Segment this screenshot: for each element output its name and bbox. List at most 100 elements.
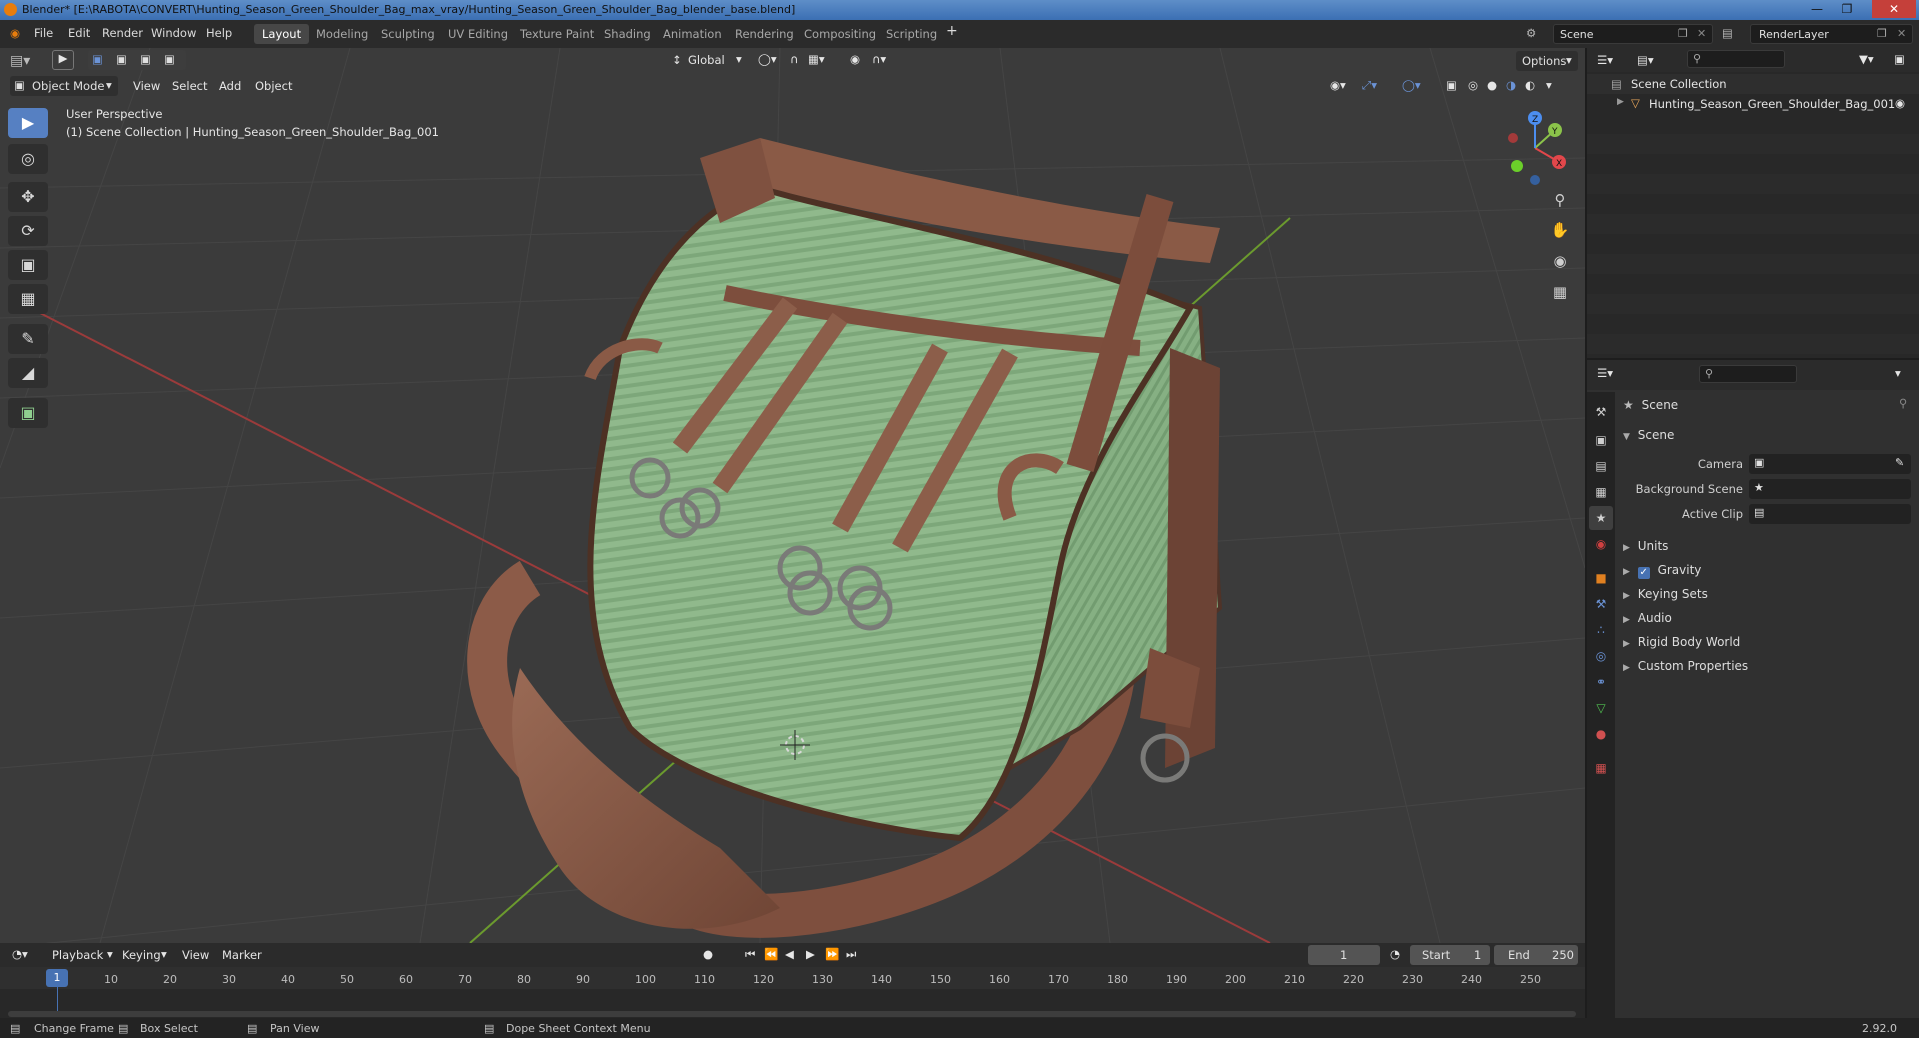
render-layer-field[interactable]: RenderLayer ❐ ✕ [1750, 24, 1913, 44]
keying-chevron-icon[interactable]: ▾ [161, 947, 167, 961]
data-tab-icon[interactable]: ▽ [1589, 696, 1613, 720]
xray-icon[interactable]: ▣ [1446, 78, 1457, 92]
tab-uv-editing[interactable]: UV Editing [440, 24, 516, 44]
custom-properties-panel-header[interactable]: ▶ Custom Properties [1623, 659, 1748, 673]
properties-options-icon[interactable]: ▾ [1895, 366, 1901, 380]
scale-tool[interactable]: ▣ [8, 250, 48, 280]
playback-chevron-icon[interactable]: ▾ [107, 947, 113, 961]
minimize-button[interactable]: — [1803, 0, 1831, 18]
preview-range-icon[interactable]: ◔ [1390, 947, 1400, 961]
menu-file[interactable]: File [34, 26, 53, 40]
snap-target-icon[interactable]: ▦▾ [808, 52, 825, 66]
filter-icon[interactable]: ▼▾ [1859, 52, 1874, 66]
cursor-tool[interactable]: ◎ [8, 144, 48, 174]
visibility-icon[interactable]: ◉▾ [1330, 78, 1346, 92]
pin-icon[interactable]: ⚲ [1899, 396, 1907, 410]
tab-rendering[interactable]: Rendering [727, 24, 802, 44]
tab-scripting[interactable]: Scripting [878, 24, 945, 44]
view-layer-icon[interactable]: ▤ [1722, 26, 1733, 40]
transform-tool[interactable]: ▦ [8, 284, 48, 314]
modifier-tab-icon[interactable]: ⚒ [1589, 592, 1613, 616]
tab-layout[interactable]: Layout [254, 24, 310, 44]
next-keyframe-icon[interactable]: ⏩ [825, 947, 839, 961]
object-tab-icon[interactable]: ■ [1589, 566, 1613, 590]
camera-field[interactable]: ▣ ✎ [1749, 454, 1911, 474]
new-view-layer-icon[interactable]: ❐ [1877, 27, 1887, 40]
active-clip-field[interactable]: ▤ [1749, 504, 1911, 524]
material-tab-icon[interactable]: ● [1589, 722, 1613, 746]
outliner-row-scene-collection[interactable]: ▤ Scene Collection [1587, 74, 1919, 94]
tab-texture-paint[interactable]: Texture Paint [512, 24, 602, 44]
rigid-body-world-panel-header[interactable]: ▶ Rigid Body World [1623, 635, 1740, 649]
world-tab-icon[interactable]: ◉ [1589, 532, 1613, 556]
tool-tab-icon[interactable]: ⚒ [1589, 400, 1613, 424]
start-frame-field[interactable]: Start 1 [1410, 945, 1490, 965]
select-box-tool[interactable]: ▶ [8, 108, 48, 138]
orientation-chevron-icon[interactable]: ▾ [736, 52, 742, 66]
rotate-tool[interactable]: ⟳ [8, 216, 48, 246]
visibility-eye-icon[interactable]: ◉ [1895, 96, 1905, 110]
display-mode-icon[interactable]: ▤▾ [1637, 53, 1654, 67]
outliner-row-object[interactable]: ▶ ▽ Hunting_Season_Green_Shoulder_Bag_00… [1587, 94, 1919, 114]
camera-view-icon[interactable]: ◉ [1544, 247, 1576, 275]
viewport-menu-add[interactable]: Add [219, 79, 241, 93]
snap-icon[interactable]: ∩ [790, 52, 798, 66]
rendered-shading-icon[interactable]: ◐ [1525, 78, 1535, 92]
output-tab-icon[interactable]: ▤ [1589, 454, 1613, 478]
add-workspace-button[interactable]: + [946, 23, 958, 39]
play-reverse-icon[interactable]: ◀ [785, 947, 794, 961]
timeline-editor-icon[interactable]: ◔▾ [12, 947, 28, 961]
properties-search-input[interactable]: ⚲ [1699, 365, 1797, 383]
menu-render[interactable]: Render [102, 26, 143, 40]
proportional-edit-icon[interactable]: ◉ [850, 52, 860, 66]
new-scene-icon[interactable]: ❐ [1678, 27, 1688, 40]
select-mode-icon[interactable]: ▶ [52, 50, 74, 70]
play-icon[interactable]: ▶ [806, 947, 815, 961]
menu-window[interactable]: Window [151, 26, 196, 40]
measure-tool[interactable]: ◢ [8, 358, 48, 388]
overlays-icon[interactable]: ◯▾ [1402, 78, 1421, 92]
menu-help[interactable]: Help [206, 26, 232, 40]
selection-mode-buttons[interactable]: ▣ ▣ ▣ ▣ [88, 50, 186, 70]
keying-sets-panel-header[interactable]: ▶ Keying Sets [1623, 587, 1708, 601]
render-tab-icon[interactable]: ▣ [1589, 428, 1613, 452]
texture-tab-icon[interactable]: ▦ [1589, 756, 1613, 780]
jump-start-icon[interactable]: ⏮ [745, 947, 755, 962]
outliner-editor-icon[interactable]: ☰▾ [1597, 53, 1613, 67]
menu-edit[interactable]: Edit [68, 26, 90, 40]
prev-keyframe-icon[interactable]: ⏪ [764, 947, 778, 961]
tab-shading[interactable]: Shading [596, 24, 659, 44]
view-layer-tab-icon[interactable]: ▦ [1589, 480, 1613, 504]
close-button[interactable]: ✕ [1872, 0, 1916, 18]
gizmo-toggle-icon[interactable]: ⤢▾ [1362, 78, 1377, 93]
3d-viewport[interactable]: ▤▾ ▶ ▣ ▣ ▣ ▣ ↕ Global ▾ ◯▾ ∩ ▦▾ ◉ ∩▾ Opt… [0, 48, 1585, 943]
units-panel-header[interactable]: ▶ Units [1623, 539, 1668, 553]
tab-modeling[interactable]: Modeling [308, 24, 376, 44]
gravity-checkbox[interactable]: ✓ [1637, 567, 1650, 579]
tab-compositing[interactable]: Compositing [796, 24, 884, 44]
remove-view-layer-icon[interactable]: ✕ [1897, 27, 1906, 40]
editor-type-icon[interactable]: ▤▾ [10, 53, 30, 69]
navigation-gizmo[interactable]: X Y Z [1495, 108, 1575, 188]
menu-marker[interactable]: Marker [222, 948, 262, 962]
pivot-point-icon[interactable]: ◯▾ [758, 52, 777, 66]
jump-end-icon[interactable]: ⏭ [846, 947, 856, 962]
audio-panel-header[interactable]: ▶ Audio [1623, 611, 1672, 625]
outliner-search-input[interactable]: ⚲ [1687, 50, 1785, 68]
blender-menu-icon[interactable]: ◉ [10, 26, 20, 40]
viewport-menu-select[interactable]: Select [172, 79, 207, 93]
set-new-selection-icon[interactable]: ▣ [92, 52, 103, 66]
timeline-scrollbar[interactable] [8, 1011, 1576, 1017]
viewport-menu-view[interactable]: View [133, 79, 160, 93]
pan-hand-icon[interactable]: ✋ [1544, 216, 1576, 244]
shading-options-icon[interactable]: ▾ [1546, 78, 1552, 92]
scene-tab-icon[interactable]: ★ [1589, 506, 1613, 530]
object-mode-dropdown[interactable]: ▣ Object Mode ▾ [10, 76, 118, 96]
maximize-button[interactable]: ❐ [1833, 0, 1861, 18]
end-frame-field[interactable]: End 250 [1494, 945, 1578, 965]
scene-field[interactable]: Scene ❐ ✕ [1553, 24, 1713, 44]
invert-selection-icon[interactable]: ▣ [164, 52, 175, 66]
extend-selection-icon[interactable]: ▣ [116, 52, 127, 66]
remove-scene-icon[interactable]: ✕ [1697, 27, 1706, 40]
zoom-icon[interactable]: ⚲ [1544, 186, 1576, 214]
